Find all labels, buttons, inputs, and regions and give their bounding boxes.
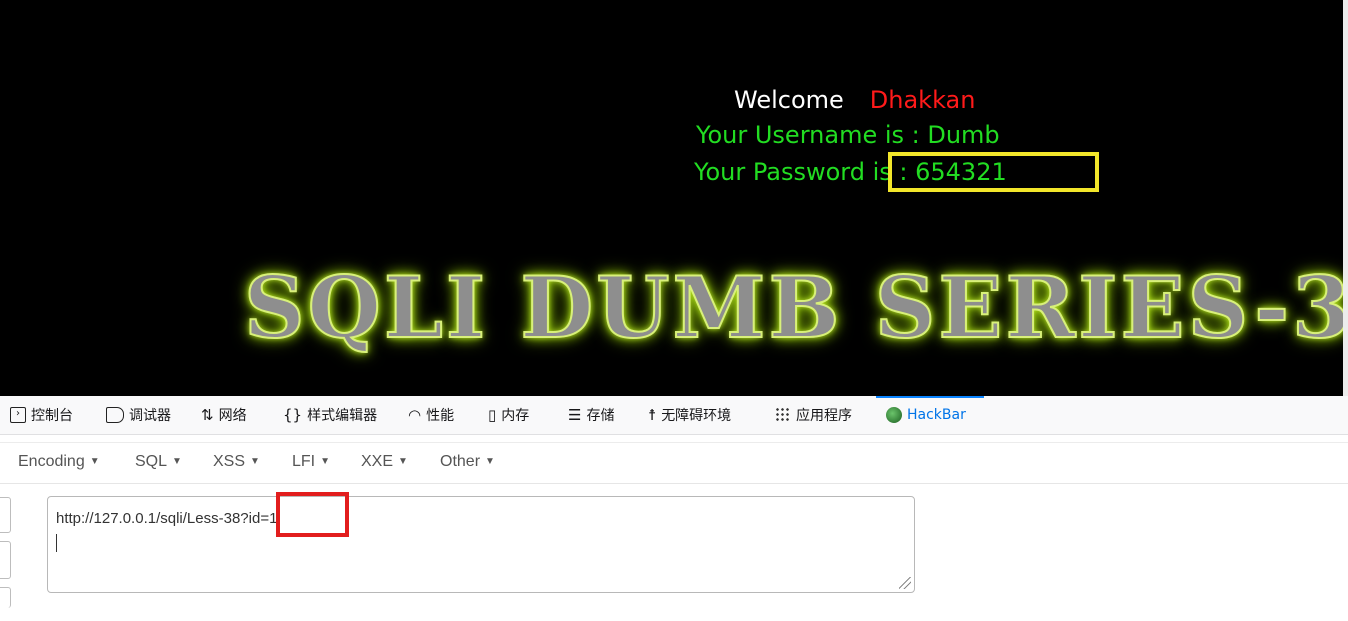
url-query: ?id=1 — [240, 510, 278, 527]
network-icon: ⇅ — [201, 406, 214, 424]
username-line: Your Username is : Dumb — [696, 121, 1000, 149]
caret-down-icon: ▼ — [250, 456, 260, 467]
password-prefix: Your Password — [694, 158, 865, 186]
tab-debugger[interactable]: 调试器 — [106, 396, 171, 434]
menu-encoding[interactable]: Encoding ▼ — [18, 453, 100, 471]
storage-icon: ☰ — [568, 406, 582, 424]
tab-memory[interactable]: ▯ 内存 — [488, 396, 529, 434]
welcome-name: Dhakkan — [869, 86, 976, 114]
tab-label: 网络 — [218, 408, 247, 424]
tab-hackbar[interactable]: HackBar — [876, 396, 984, 432]
accessibility-icon: ☨ — [648, 406, 657, 424]
tab-label: 性能 — [426, 408, 455, 424]
console-icon: › — [10, 407, 26, 423]
caret-down-icon: ▼ — [89, 456, 100, 467]
tab-label: 调试器 — [129, 408, 171, 424]
tab-label: 无障碍环境 — [661, 408, 732, 424]
tab-application[interactable]: 应用程序 — [775, 396, 852, 434]
tab-label: 控制台 — [31, 408, 73, 424]
tab-style-editor[interactable]: {} 样式编辑器 — [283, 396, 377, 434]
memory-icon: ▯ — [488, 406, 497, 424]
menu-xss[interactable]: XSS ▼ — [213, 453, 260, 471]
url-textarea[interactable]: http://127.0.0.1/sqli/Less-38?id=1 — [47, 496, 915, 593]
execute-button[interactable] — [0, 587, 11, 608]
split-url-button[interactable] — [0, 541, 11, 579]
menu-label: XXE — [361, 453, 394, 470]
tab-accessibility[interactable]: ☨ 无障碍环境 — [648, 396, 731, 434]
query-highlight-box — [276, 492, 349, 537]
caret-down-icon: ▼ — [485, 456, 495, 467]
caret-down-icon: ▼ — [398, 456, 408, 467]
menu-label: Encoding — [18, 453, 85, 470]
tab-label: 存储 — [586, 408, 615, 424]
menu-label: XSS — [213, 453, 246, 470]
welcome-line: Welcome Dhakkan — [734, 86, 975, 114]
performance-icon: ◠ — [408, 406, 422, 424]
style-editor-icon: {} — [283, 406, 303, 424]
text-caret — [56, 534, 57, 552]
hackbar-icon — [886, 407, 902, 423]
menu-lfi[interactable]: LFI ▼ — [292, 453, 330, 471]
welcome-label: Welcome — [734, 86, 844, 114]
resize-grip-icon[interactable] — [899, 577, 911, 589]
url-base: http://127.0.0.1/sqli/Less-38 — [56, 510, 241, 527]
tab-storage[interactable]: ☰ 存储 — [568, 396, 614, 434]
url-text: http://127.0.0.1/sqli/Less-38?id=1 — [56, 510, 277, 527]
application-icon — [775, 407, 791, 423]
caret-down-icon: ▼ — [172, 456, 182, 467]
tab-label: 样式编辑器 — [307, 408, 378, 424]
tab-console[interactable]: › 控制台 — [10, 396, 73, 434]
tab-label: HackBar — [907, 407, 966, 423]
devtools-tab-bar: › 控制台 调试器 ⇅ 网络 {} 样式编辑器 ◠ 性能 ▯ 内存 ☰ 存储 ☨… — [0, 396, 1348, 435]
caret-down-icon: ▼ — [320, 456, 331, 467]
page-viewport: Welcome Dhakkan Your Username is : Dumb Y… — [0, 0, 1343, 396]
menu-label: Other — [440, 453, 481, 470]
menu-label: LFI — [292, 453, 316, 470]
menu-xxe[interactable]: XXE ▼ — [361, 453, 408, 471]
sqli-banner: SQLI DUMB SERIES-3 — [243, 258, 1343, 357]
menu-other[interactable]: Other ▼ — [440, 453, 495, 471]
tab-network[interactable]: ⇅ 网络 — [201, 396, 247, 434]
tab-label: 内存 — [501, 408, 530, 424]
hackbar-toolbar: Encoding ▼ SQL ▼ XSS ▼ LFI ▼ XXE ▼ Other ▼ — [0, 442, 1348, 484]
debugger-icon — [106, 407, 124, 423]
menu-sql[interactable]: SQL ▼ — [135, 453, 182, 471]
page-scrollbar[interactable] — [1343, 0, 1348, 396]
password-highlight-box — [888, 152, 1099, 192]
menu-label: SQL — [135, 453, 168, 470]
load-url-button[interactable] — [0, 497, 11, 533]
tab-performance[interactable]: ◠ 性能 — [408, 396, 454, 434]
tab-label: 应用程序 — [796, 408, 852, 424]
